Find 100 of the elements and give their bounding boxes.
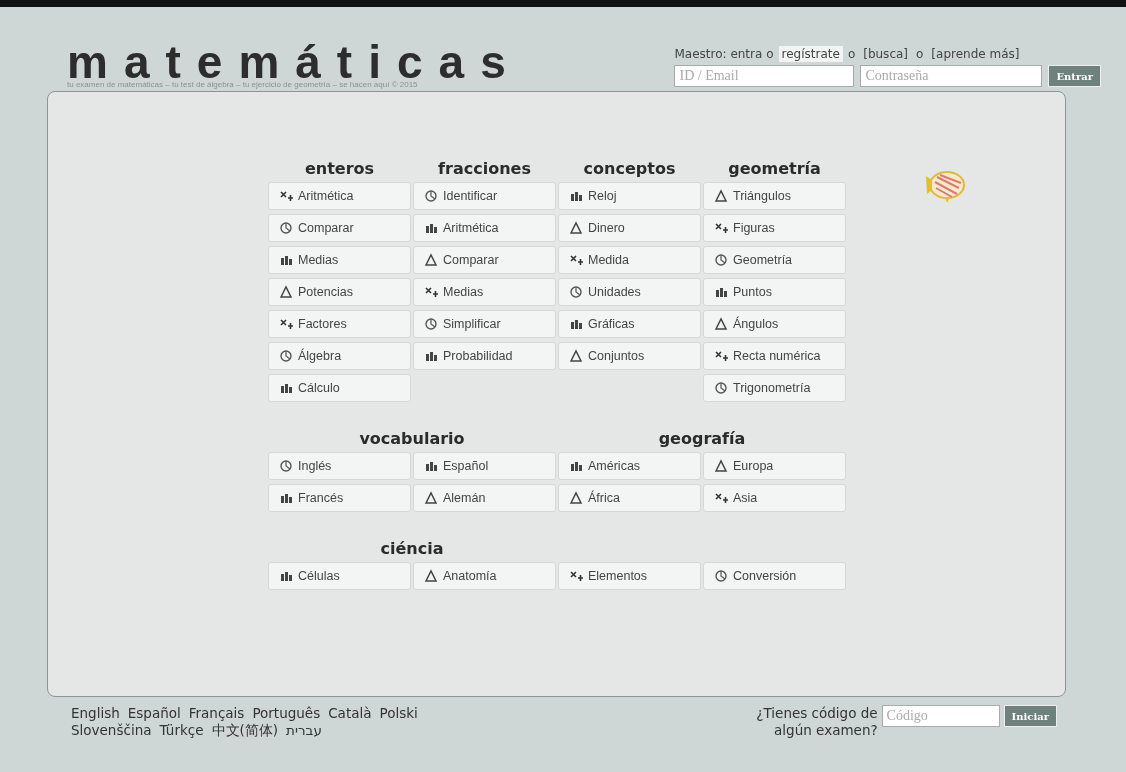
section-heading: ciéncia [379,538,445,560]
topic-icon [424,221,438,235]
topic-icon [424,491,438,505]
topic-icon [569,253,583,267]
topic-button[interactable]: Asia [703,484,846,512]
topic-button[interactable]: Aritmética [268,182,411,210]
topic-icon [424,189,438,203]
topic-button[interactable]: Comparar [268,214,411,242]
start-button[interactable]: Iniciar [1003,705,1057,727]
language-link[interactable]: עברית [286,722,322,739]
section-heading: vocabulario [358,428,466,450]
language-link[interactable]: 中文(简体) [211,722,279,739]
topic-icon [279,221,293,235]
topic-icon [424,253,438,267]
topic-icon [569,569,583,583]
topic-icon [424,349,438,363]
topic-icon [569,285,583,299]
topic-icon [424,317,438,331]
topic-button[interactable]: Anatomía [413,562,556,590]
topic-button[interactable]: África [558,484,701,512]
topic-button[interactable]: Español [413,452,556,480]
topic-icon [279,491,293,505]
login-link[interactable]: [busca] [860,46,911,62]
topic-button[interactable]: Simplificar [413,310,556,338]
topic-icon [279,189,293,203]
topic-button[interactable]: Figuras [703,214,846,242]
topic-button[interactable]: Puntos [703,278,846,306]
language-link[interactable]: Slovenščina [71,722,152,739]
language-link[interactable]: Português [252,705,321,722]
topic-button[interactable]: Conversión [703,562,846,590]
topic-icon [714,253,728,267]
topic-icon [279,317,293,331]
topic-button[interactable]: Conjuntos [558,342,701,370]
topic-button[interactable]: Factores [268,310,411,338]
topic-icon [569,491,583,505]
topic-icon [424,285,438,299]
topic-icon [714,189,728,203]
section-heading: fracciones [437,158,532,180]
topic-button[interactable]: Recta numérica [703,342,846,370]
language-link[interactable]: Català [328,705,372,722]
language-link[interactable]: Español [127,705,181,722]
topic-button[interactable]: Medias [268,246,411,274]
section-heading: conceptos [582,158,677,180]
topic-icon [424,459,438,473]
topic-button[interactable]: Triángulos [703,182,846,210]
code-prompt: ¿Tienes código de algún examen? [755,705,878,739]
login-link[interactable]: [aprende más] [928,46,1023,62]
login-link[interactable]: regístrate [778,46,843,62]
topic-icon [424,569,438,583]
topic-button[interactable]: Américas [558,452,701,480]
topic-button[interactable]: Medida [558,246,701,274]
topic-button[interactable]: Inglés [268,452,411,480]
topic-button[interactable]: Álgebra [268,342,411,370]
topic-button[interactable]: Francés [268,484,411,512]
topic-icon [714,221,728,235]
topic-button[interactable]: Células [268,562,411,590]
topic-icon [569,317,583,331]
code-field[interactable]: Código [881,705,1000,727]
topic-button[interactable]: Unidades [558,278,701,306]
language-link[interactable]: Polski [379,705,418,722]
topic-button[interactable]: Elementos [558,562,701,590]
section-heading: geometría [727,158,822,180]
topic-button[interactable]: Reloj [558,182,701,210]
topic-button[interactable]: Geometría [703,246,846,274]
fish-icon [923,168,967,204]
topic-button[interactable]: Identificar [413,182,556,210]
topic-icon [714,317,728,331]
topic-button[interactable]: Medias [413,278,556,306]
section-heading: enteros [303,158,376,180]
login-button[interactable]: Entrar [1048,65,1101,87]
topic-button[interactable]: Europa [703,452,846,480]
topic-icon [714,459,728,473]
prompt-text: Maestro: entra o [674,47,774,61]
topic-icon [279,569,293,583]
section-heading: geografía [657,428,747,450]
topic-button[interactable]: Probabilidad [413,342,556,370]
topic-icon [714,349,728,363]
topic-icon [279,349,293,363]
id-email-field[interactable]: ID / Email [674,65,855,87]
topic-button[interactable]: Comparar [413,246,556,274]
topic-icon [279,285,293,299]
topic-button[interactable]: Gráficas [558,310,701,338]
topic-button[interactable]: Trigonometría [703,374,846,402]
language-link[interactable]: Français [188,705,245,722]
topic-icon [569,349,583,363]
prompt-text: o [847,47,856,61]
topic-button[interactable]: Potencias [268,278,411,306]
topic-icon [714,491,728,505]
topic-icon [279,459,293,473]
prompt-text: o [916,47,924,61]
topic-icon [714,285,728,299]
language-link[interactable]: English [71,705,120,722]
topic-button[interactable]: Aritmética [413,214,556,242]
topic-button[interactable]: Alemán [413,484,556,512]
topic-button[interactable]: Cálculo [268,374,411,402]
password-field[interactable]: Contraseña [860,65,1043,87]
topic-button[interactable]: Ángulos [703,310,846,338]
topic-icon [279,381,293,395]
topic-button[interactable]: Dinero [558,214,701,242]
language-link[interactable]: Türkçe [159,722,204,739]
